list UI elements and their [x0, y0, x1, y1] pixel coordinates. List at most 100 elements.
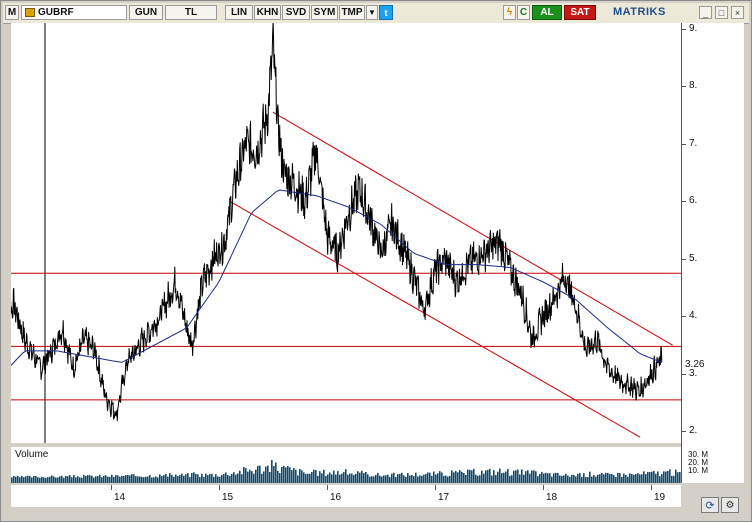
- volume-bar: [583, 473, 585, 483]
- volume-bar: [249, 469, 251, 483]
- volume-bar: [283, 465, 285, 483]
- volume-bar: [219, 476, 221, 483]
- volume-bar: [211, 473, 213, 483]
- volume-bar: [155, 476, 157, 483]
- currency-button[interactable]: TL: [165, 5, 217, 20]
- y-tick-label: 9.: [689, 22, 698, 34]
- volume-bar: [47, 477, 49, 483]
- volume-bar: [197, 474, 199, 483]
- close-icon[interactable]: ×: [731, 6, 744, 19]
- volume-bar: [73, 475, 75, 483]
- buy-button[interactable]: AL: [532, 5, 562, 20]
- volume-bar: [263, 471, 265, 483]
- volume-bar: [513, 470, 515, 483]
- volume-bar: [469, 469, 471, 483]
- volume-bar: [535, 471, 537, 483]
- sym-button[interactable]: SYM: [311, 5, 338, 20]
- y-tick-mark: [682, 86, 686, 88]
- volume-bar: [593, 475, 595, 483]
- volume-bar: [115, 475, 117, 483]
- volume-bar: [113, 476, 115, 483]
- dropdown-arrow-icon[interactable]: ▼: [366, 5, 378, 20]
- volume-bar: [517, 469, 519, 483]
- volume-bar: [83, 474, 85, 483]
- volume-bar: [471, 470, 473, 483]
- volume-bar: [277, 470, 279, 483]
- period-button[interactable]: GUN: [129, 5, 163, 20]
- c-button[interactable]: C: [517, 5, 530, 20]
- volume-bar: [93, 477, 95, 483]
- y-tick-label: 3.: [689, 367, 698, 379]
- volume-bar: [75, 477, 77, 483]
- twitter-icon[interactable]: t: [379, 5, 393, 20]
- volume-bar: [193, 472, 195, 483]
- volume-bar: [615, 477, 617, 483]
- volume-bar: [587, 476, 589, 483]
- volume-axis-30m: 30. M: [688, 450, 709, 459]
- volume-bar: [481, 470, 483, 483]
- volume-bar: [405, 476, 407, 483]
- y-tick-mark: [682, 258, 686, 260]
- tmp-button[interactable]: TMP: [339, 5, 365, 20]
- volume-bar: [603, 474, 605, 483]
- volume-bar: [121, 475, 123, 483]
- volume-bar: [609, 474, 611, 483]
- volume-bar: [635, 474, 637, 483]
- volume-bar: [87, 475, 89, 483]
- volume-bar: [549, 473, 551, 483]
- svd-button[interactable]: SVD: [282, 5, 310, 20]
- volume-bar: [625, 474, 627, 483]
- menu-m-button[interactable]: M: [5, 5, 19, 20]
- volume-bar: [451, 470, 453, 483]
- volume-bar: [61, 475, 63, 483]
- volume-panel: Volume: [11, 447, 681, 483]
- volume-bar: [455, 470, 457, 483]
- minimize-icon[interactable]: _: [699, 6, 712, 19]
- volume-bar: [127, 474, 129, 483]
- volume-bar: [49, 476, 51, 483]
- volume-bar: [467, 469, 469, 483]
- volume-bar: [161, 476, 163, 483]
- volume-bar: [507, 468, 509, 483]
- volume-bar: [151, 477, 153, 483]
- refresh-icon[interactable]: ⟳: [701, 497, 719, 513]
- volume-bar: [319, 471, 321, 483]
- volume-bar: [621, 476, 623, 483]
- volume-bar: [17, 475, 19, 483]
- volume-bar: [655, 473, 657, 483]
- volume-bar: [51, 475, 53, 483]
- x-tick-label: 16: [330, 492, 342, 503]
- x-tick-label: 15: [222, 492, 234, 503]
- volume-bar: [207, 475, 209, 483]
- volume-bar: [203, 476, 205, 483]
- volume-bar: [511, 475, 513, 483]
- volume-bar: [103, 475, 105, 483]
- volume-bar: [605, 472, 607, 483]
- price-chart[interactable]: [11, 23, 681, 443]
- volume-bar: [571, 474, 573, 483]
- volume-bar: [99, 474, 101, 483]
- volume-bar: [101, 477, 103, 483]
- volume-bar: [489, 468, 491, 483]
- khn-button[interactable]: KHN: [254, 5, 281, 20]
- x-tick-mark: [435, 485, 436, 490]
- volume-bar: [413, 476, 415, 483]
- volume-bar: [293, 467, 295, 483]
- settings-icon[interactable]: ⚙: [721, 497, 739, 513]
- volume-bar: [493, 470, 495, 483]
- lightning-icon[interactable]: ϟ: [503, 5, 516, 20]
- volume-bar: [295, 469, 297, 483]
- volume-bar: [527, 470, 529, 483]
- volume-bar: [375, 474, 377, 483]
- volume-bar: [653, 470, 655, 483]
- volume-bar: [177, 476, 179, 483]
- volume-bar: [457, 472, 459, 483]
- volume-bar: [11, 477, 13, 483]
- x-tick-mark: [219, 485, 220, 490]
- sell-button[interactable]: SAT: [564, 5, 596, 20]
- volume-bar: [563, 475, 565, 483]
- scale-button[interactable]: LIN: [225, 5, 253, 20]
- maximize-icon[interactable]: □: [715, 6, 728, 19]
- symbol-input[interactable]: GUBRF: [21, 5, 127, 20]
- volume-bar: [123, 475, 125, 483]
